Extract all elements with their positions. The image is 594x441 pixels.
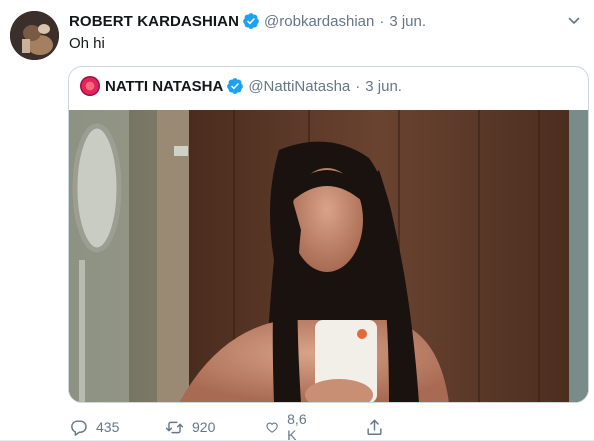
author-handle[interactable]: @robkardashian: [264, 13, 374, 30]
verified-badge-icon: [226, 77, 244, 95]
retweet-button[interactable]: 920: [165, 418, 215, 437]
reply-button[interactable]: 435: [69, 418, 119, 437]
reply-count: 435: [96, 419, 120, 435]
retweet-icon: [165, 421, 184, 433]
quoted-tweet-header: NATTI NATASHA @NattiNatasha · 3 jun.: [80, 75, 402, 97]
quoted-author-avatar: [80, 76, 100, 96]
like-button[interactable]: 8,6 K: [265, 411, 311, 441]
chevron-down-icon[interactable]: [568, 14, 580, 26]
heart-icon: [266, 422, 278, 433]
tweet-date[interactable]: 3 jun.: [389, 13, 426, 30]
author-avatar[interactable]: [10, 11, 59, 60]
author-name[interactable]: ROBERT KARDASHIAN: [69, 13, 239, 30]
quoted-tweet-date: 3 jun.: [365, 77, 402, 95]
share-icon: [367, 419, 382, 435]
quoted-tweet[interactable]: NATTI NATASHA @NattiNatasha · 3 jun.: [68, 66, 589, 403]
tweet[interactable]: ROBERT KARDASHIAN @robkardashian · 3 jun…: [0, 0, 594, 441]
tweet-header: ROBERT KARDASHIAN @robkardashian · 3 jun…: [69, 11, 426, 31]
like-count: 8,6 K: [287, 411, 307, 441]
reply-icon: [71, 419, 87, 436]
tweet-text: Oh hi: [69, 35, 105, 52]
retweet-count: 920: [192, 419, 216, 435]
separator-dot: ·: [379, 12, 385, 30]
separator-dot: ·: [355, 77, 361, 95]
quoted-author-handle: @NattiNatasha: [248, 77, 351, 95]
quoted-tweet-photo[interactable]: [69, 110, 588, 402]
quoted-author-name: NATTI NATASHA: [105, 77, 224, 95]
verified-badge-icon: [242, 12, 260, 30]
share-button[interactable]: [365, 418, 384, 437]
